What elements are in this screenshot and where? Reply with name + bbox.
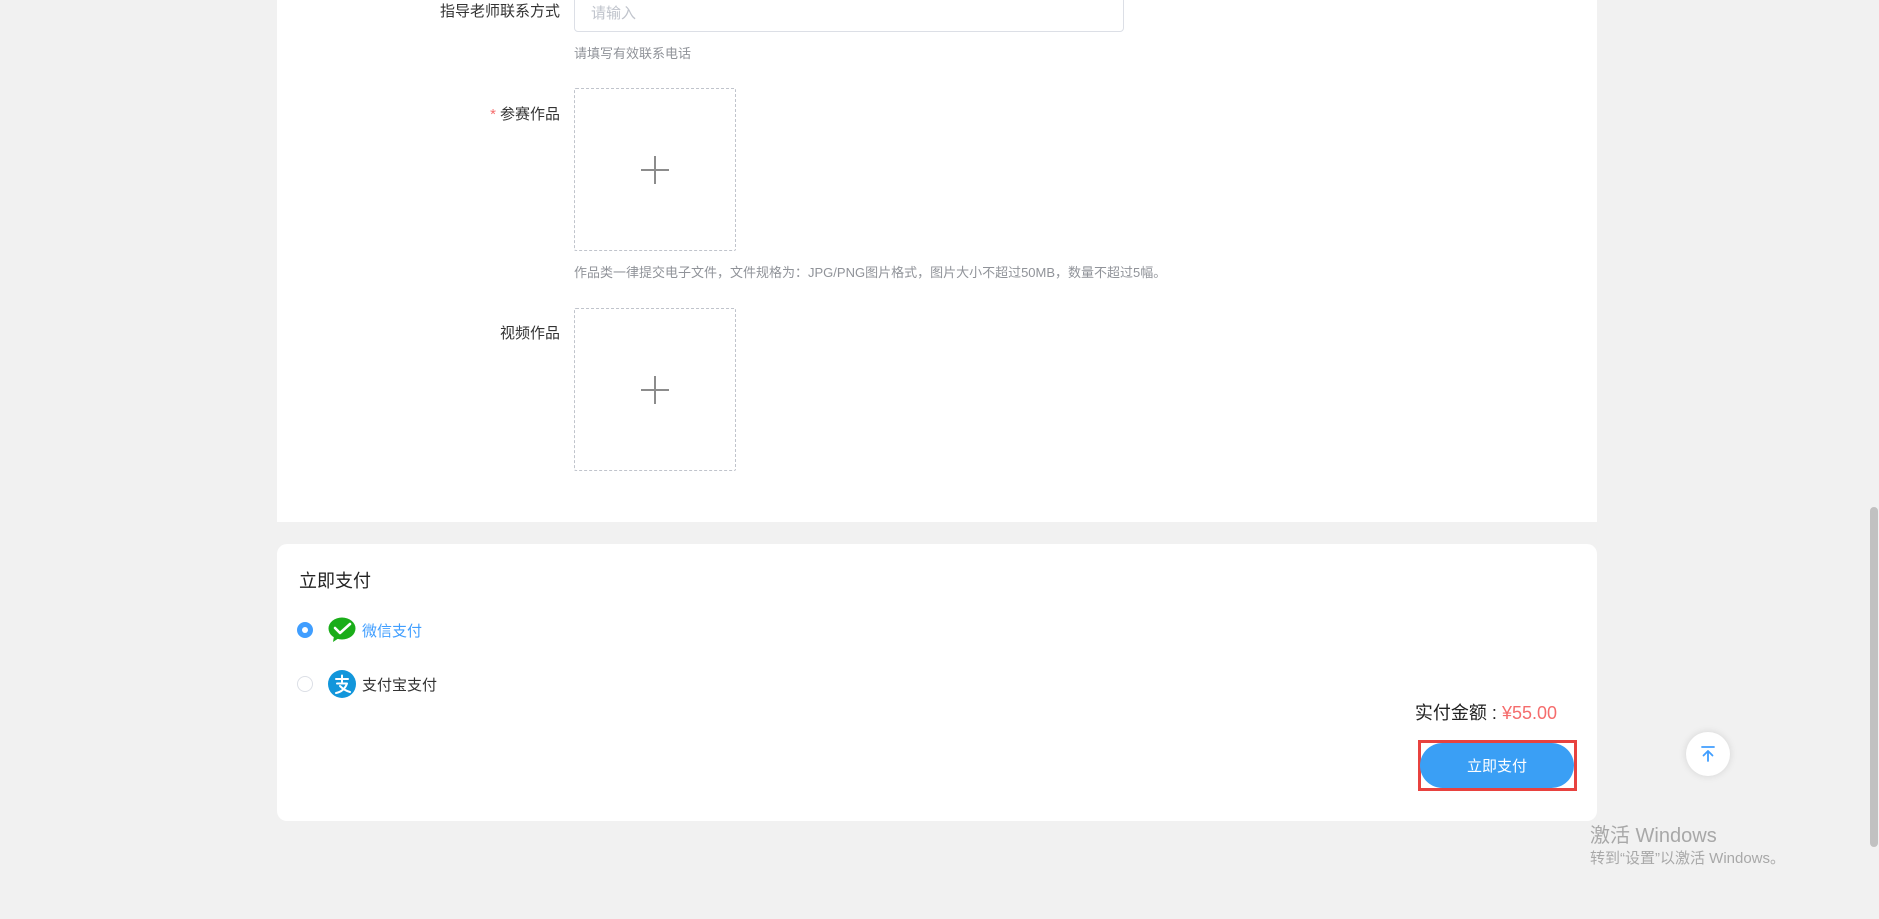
registration-form-card: 指导老师联系方式 请填写有效联系电话 *参赛作品 作品类一律提交电子文件，文件规… xyxy=(277,0,1597,522)
entry-works-label: 参赛作品 xyxy=(499,106,560,123)
wechat-pay-radio[interactable] xyxy=(297,622,313,638)
watermark-line1: 激活 Windows xyxy=(1590,825,1717,847)
scrollbar-thumb[interactable] xyxy=(1870,507,1878,847)
alipay-label: 支付宝支付 xyxy=(362,676,438,694)
alipay-radio[interactable] xyxy=(297,676,313,692)
entry-works-label-wrap: * 参赛作品 xyxy=(490,103,560,124)
payment-title: 立即支付 xyxy=(299,571,371,591)
alipay-icon xyxy=(328,670,356,698)
video-works-label: 视频作品 xyxy=(499,325,560,342)
windows-activation-watermark: 激活 Windows 转到“设置”以激活 Windows。 xyxy=(1590,823,1785,869)
entry-works-uploader[interactable] xyxy=(574,88,736,251)
plus-icon xyxy=(641,375,669,404)
video-works-uploader[interactable] xyxy=(574,308,736,471)
amount-label: 实付金额 : xyxy=(1414,703,1502,723)
alipay-option[interactable]: 支付宝支付 xyxy=(297,669,437,699)
entry-works-hint: 作品类一律提交电子文件，文件规格为：JPG/PNG图片格式，图片大小不超过50M… xyxy=(574,265,1167,280)
amount-value: ¥55.00 xyxy=(1501,703,1557,723)
amount-row: 实付金额 : ¥55.00 xyxy=(1415,699,1557,725)
pay-now-button[interactable]: 立即支付 xyxy=(1420,743,1574,788)
payment-card: 立即支付 微信支付 支付宝支付 实付金额 : ¥55.00 立即支付 xyxy=(277,544,1597,821)
back-to-top-button[interactable] xyxy=(1686,732,1730,776)
teacher-contact-hint: 请填写有效联系电话 xyxy=(574,46,692,61)
watermark-line2: 转到“设置”以激活 Windows。 xyxy=(1590,850,1786,867)
wechat-pay-option[interactable]: 微信支付 xyxy=(297,615,422,645)
plus-icon xyxy=(641,155,669,184)
wechat-pay-icon xyxy=(328,617,356,642)
teacher-contact-input[interactable] xyxy=(574,0,1124,32)
wechat-pay-label: 微信支付 xyxy=(362,622,423,640)
teacher-contact-label: 指导老师联系方式 xyxy=(439,3,560,20)
scrollbar-track[interactable] xyxy=(1869,0,1879,919)
required-mark: * xyxy=(490,106,496,123)
arrow-up-icon xyxy=(1701,746,1715,762)
